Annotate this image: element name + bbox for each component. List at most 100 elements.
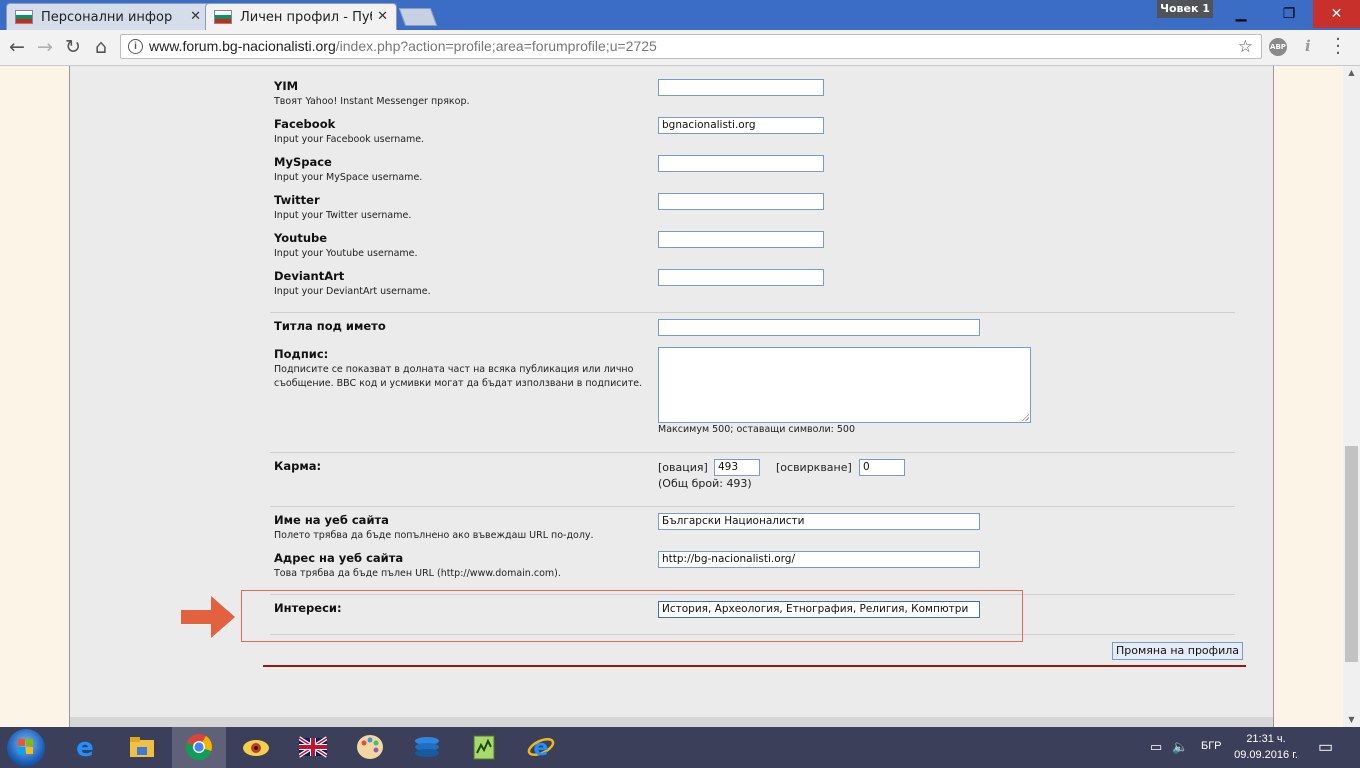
bulgaria-flag-icon [15,10,33,24]
deviantart-input[interactable] [658,269,824,286]
yim-input[interactable] [658,79,824,96]
facebook-input[interactable]: bgnacionalisti.org [658,117,824,134]
youtube-input[interactable] [658,231,824,248]
footer-divider-line [263,665,1246,667]
back-arrow-icon[interactable]: ← [6,36,28,58]
home-icon[interactable]: ⌂ [90,36,112,58]
karma-total-text: (Общ брой: 493) [658,477,752,490]
network-icon[interactable]: ▭ [1150,739,1162,755]
info-icon[interactable]: i [128,39,143,54]
signature-textarea[interactable] [658,347,1031,423]
close-icon[interactable]: ✕ [190,9,201,24]
notifications-icon[interactable]: ▭ [1318,737,1333,757]
clock-date: 09.09.2016 г. [1234,749,1298,761]
taskbar-ie[interactable]: e [514,727,568,768]
field-website-url: Адрес на уеб сайта Това трябва да бъде п… [274,551,561,579]
minimize-button[interactable]: ▁ [1218,0,1264,28]
field-myspace: MySpace Input your MySpace username. [274,155,423,183]
field-website-name: Име на уеб сайта Полето трябва да бъде п… [274,513,594,541]
field-title-under-name: Титла под името [274,319,386,333]
palette-icon [357,735,383,759]
taskbar-paint-app[interactable] [343,727,397,768]
eye-app-icon [243,740,269,756]
scroll-up-arrow-icon[interactable]: ▲ [1343,66,1360,80]
scroll-down-arrow-icon[interactable]: ▼ [1343,713,1360,727]
field-facebook: Facebook Input your Facebook username. [274,117,425,145]
website-name-input[interactable]: Български Националисти [658,513,980,530]
notepad-icon [473,735,495,760]
browser-menu-icon[interactable]: · · · [1334,31,1342,63]
address-bar[interactable]: i www.forum.bg-nacionalisti.org/index.ph… [120,34,1262,59]
new-tab-button[interactable] [398,8,438,26]
annotation-highlight-box [241,590,1023,642]
taskbar-chrome[interactable] [172,727,226,768]
forward-arrow-icon[interactable]: → [34,36,56,58]
browser-toolbar: ← → ↻ ⌂ i www.forum.bg-nacionalisti.org/… [0,30,1360,66]
taskbar-edge[interactable]: e [58,727,112,768]
taskbar-app-eye[interactable] [229,727,283,768]
svg-text:e: e [76,733,94,761]
start-button[interactable] [7,729,45,767]
chrome-icon [185,734,212,761]
field-twitter: Twitter Input your Twitter username. [274,193,412,221]
save-profile-button[interactable]: Промяна на профила [1112,642,1243,660]
page-viewport: YIM Твоят Yahoo! Instant Messenger пряко… [0,66,1343,727]
system-clock[interactable]: 21:31 ч. 09.09.2016 г. [1234,731,1298,763]
forum-footer-strip [70,717,1273,727]
taskbar-explorer[interactable] [115,727,169,768]
field-deviantart: DeviantArt Input your DeviantArt usernam… [274,269,431,297]
browser-titlebar: Персонални информаци ✕ Личен профил - Пу… [0,0,1360,30]
url-host: www.forum.bg-nacionalisti.org [149,38,336,54]
internet-explorer-icon: e [527,736,555,761]
tab-personal-info[interactable]: Персонални информаци ✕ [6,3,210,30]
info-extension-icon[interactable]: i [1305,37,1311,55]
field-karma: Карма: [274,459,322,473]
section-divider [270,452,1235,453]
language-indicator[interactable]: БГР [1201,740,1222,752]
windows-logo-icon [18,739,33,754]
reload-icon[interactable]: ↻ [62,36,84,58]
signature-limit-text: Максимум 500; оставащи символи: 500 [658,424,856,435]
bookmark-star-icon[interactable]: ☆ [1238,35,1253,58]
scrollbar-thumb[interactable] [1345,446,1358,662]
uk-flag-icon [299,736,327,758]
close-icon[interactable]: ✕ [377,9,388,24]
edge-icon: e [76,733,94,761]
tab-title: Персонални информаци [41,9,173,25]
field-signature: Подпис: Подписите се показват в долната … [274,347,643,389]
tab-title: Личен профил - Публич [240,9,372,25]
resize-grip-icon[interactable] [1021,413,1029,421]
volume-icon[interactable]: 🔈 [1172,739,1188,755]
window-close-button[interactable]: ✕ [1313,0,1360,28]
twitter-input[interactable] [658,193,824,210]
taskbar-notepad-app[interactable] [457,727,511,768]
taskbar-language-app[interactable] [286,727,340,768]
field-yim: YIM Твоят Yahoo! Instant Messenger пряко… [274,79,470,107]
windows-taskbar: e e ▭ 🔈 БГР 21:31 ч. 09.09.2016 г. ▭ [0,727,1360,768]
karma-applause-label: [овация] [658,461,708,474]
signature-desc-2: съобщение. BBC код и усмивки могат да бъ… [274,378,643,389]
field-youtube: Youtube Input your Youtube username. [274,231,418,259]
folder-icon [130,737,154,757]
adblock-extension-icon[interactable]: ABP [1269,38,1287,56]
website-url-input[interactable]: http://bg-nacionalisti.org/ [658,551,980,568]
title-under-name-input[interactable] [658,319,980,336]
taskbar-stack-app[interactable] [400,727,454,768]
section-divider [270,506,1235,507]
profile-badge[interactable]: Човек 1 [1157,0,1213,18]
karma-applause-input[interactable]: 493 [714,459,760,476]
annotation-arrow-icon [181,596,235,638]
url-path: /index.php?action=profile;area=forumprof… [335,38,657,54]
stack-icon [415,737,439,757]
tab-profile[interactable]: Личен профил - Публич ✕ [205,3,397,30]
page-scrollbar[interactable]: ▲ ▼ [1343,66,1360,727]
karma-boo-label: [освиркване] [776,461,852,474]
myspace-input[interactable] [658,155,824,172]
section-divider [270,312,1235,313]
svg-text:e: e [534,736,549,761]
signature-desc-1: Подписите се показват в долната част на … [274,364,634,375]
bulgaria-flag-icon [214,10,232,24]
karma-boo-input[interactable]: 0 [859,459,905,476]
restore-button[interactable]: ❐ [1266,0,1312,28]
clock-time: 21:31 ч. [1246,733,1286,745]
